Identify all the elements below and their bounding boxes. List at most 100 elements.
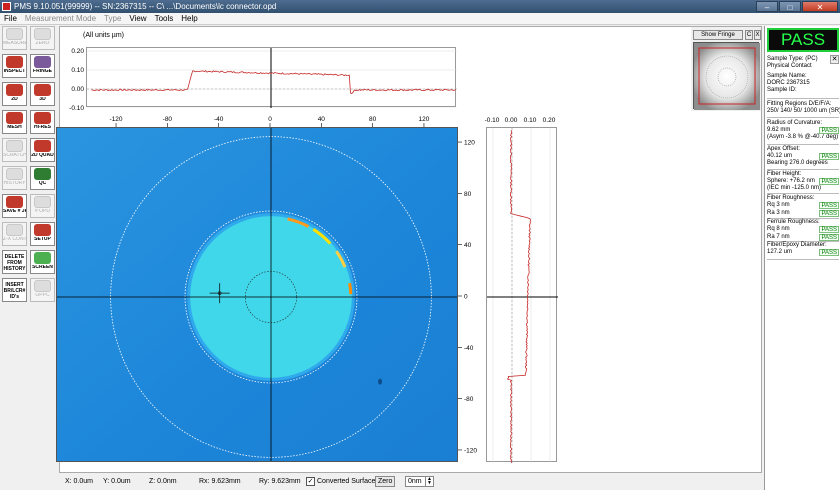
x-tick-label: 0.00 xyxy=(505,117,518,124)
surface-map-svg[interactable] xyxy=(57,128,458,462)
vertical-profile-x-axis: -0.10 0.00 0.10 0.20 xyxy=(485,117,556,124)
toolbar-button-opd[interactable]: # OPD xyxy=(30,194,55,218)
toolbar-button-inspect[interactable]: INSPECT xyxy=(2,54,27,78)
window-title: PMS 9.10.051(99999) -- SN:2367315 -- C\ … xyxy=(14,2,277,11)
diameter-pass-badge: PASS xyxy=(819,249,839,256)
toolbar-button-label: INSERT BR/LCR# ID's xyxy=(3,282,26,300)
toolbar-button-zero[interactable]: ZERO xyxy=(30,26,55,50)
toolbar-button-label: DELETE FROM HISTORY xyxy=(3,254,26,272)
fiber-ra-pass-badge: PASS xyxy=(819,210,839,217)
ferrule-rq-pass-badge: PASS xyxy=(819,226,839,233)
toolbar-button-label: HI-RES xyxy=(34,125,51,130)
y-coordinate: Y: 0.0um xyxy=(103,478,131,485)
roc-value: 9.62 mm xyxy=(767,127,791,133)
2d-icon xyxy=(6,84,23,96)
toolbar-button-insert[interactable]: INSERT BR/LCR# ID's xyxy=(2,278,27,302)
toolbar-button-delete[interactable]: DELETE FROM HISTORY xyxy=(2,250,27,274)
overall-pass-indicator: PASS xyxy=(767,28,839,52)
y-tick-label: -40 xyxy=(464,345,474,352)
toolbar-button-label: SCREEN xyxy=(32,265,53,270)
divider xyxy=(767,144,839,145)
fiber-ra: Ra 3 nm xyxy=(767,210,790,216)
sample-name-label: Sample Name: xyxy=(767,73,807,79)
roc-pass-badge: PASS xyxy=(819,127,839,134)
title-bar: PMS 9.10.051(99999) -- SN:2367315 -- C\ … xyxy=(0,0,840,13)
toolbar-button-2d[interactable]: 2D xyxy=(2,82,27,106)
toolbar-button-hires[interactable]: HI-RES xyxy=(30,110,55,134)
show-fringe-button[interactable]: Show Fringe xyxy=(693,30,743,40)
toolbar-button-zx-control[interactable]: Z-X CONTROL xyxy=(2,222,27,246)
toolbar-button-label: 2D QUAD xyxy=(31,153,54,158)
divider xyxy=(767,169,839,170)
menu-view[interactable]: View xyxy=(125,13,150,24)
toolbar-button-label: 3D xyxy=(39,97,46,102)
menu-bar: File Measurement Mode Type View Tools He… xyxy=(0,13,840,25)
toolbar-button-fringe[interactable]: FRINGE xyxy=(30,54,55,78)
left-toolbar: MEASURE / RED ZERO INSPECT FRINGE 2D 3D MESH HI… xyxy=(0,26,57,308)
y-tick-label: 0.00 xyxy=(71,86,84,93)
menu-file[interactable]: File xyxy=(0,13,21,24)
oppc-icon xyxy=(34,280,51,292)
scratch-icon xyxy=(6,140,23,152)
ferrule-ra-pass-badge: PASS xyxy=(819,234,839,241)
app-icon xyxy=(2,2,11,11)
toolbar-button-qc[interactable]: QC xyxy=(30,166,55,190)
maximize-button[interactable]: □ xyxy=(779,1,801,12)
minimize-button[interactable]: – xyxy=(756,1,778,12)
toolbar-button-quad[interactable]: 2D QUAD xyxy=(30,138,55,162)
fiber-rq-pass-badge: PASS xyxy=(819,202,839,209)
apex-offset: Apex Offset: 40.12 um PASS Bearing 276.0… xyxy=(767,146,840,167)
x-tick-label: -120 xyxy=(110,116,123,123)
toolbar-button-mesh[interactable]: MESH xyxy=(2,110,27,134)
opd-icon xyxy=(34,196,51,208)
horizontal-profile-y-axis: 0.20 0.10 0.00 -0.10 xyxy=(69,48,84,110)
toolbar-button-3d[interactable]: 3D xyxy=(30,82,55,106)
close-button[interactable]: ✕ xyxy=(802,1,838,12)
converted-surface-checkbox[interactable]: ✓ xyxy=(306,477,315,486)
x-button[interactable]: X xyxy=(754,30,761,40)
toolbar-button-history[interactable]: HISTORY xyxy=(2,166,27,190)
z-coordinate: Z: 0.0nm xyxy=(149,478,177,485)
toolbar-button-label: QC xyxy=(38,181,47,186)
toolbar-button-screen[interactable]: SCREEN xyxy=(30,250,55,274)
toolbar-button-label: SAVE # JPG xyxy=(3,209,26,214)
y-tick-label: -80 xyxy=(464,396,474,403)
roc-asymmetry: (Asym -3.8 % @-40.7 deg) xyxy=(767,134,839,140)
fitting-regions: Fitting Regions D/E/F/A: 250/ 140/ 50/ 1… xyxy=(767,101,840,115)
c-button[interactable]: C xyxy=(745,30,753,40)
ferrule-rq: Rq 8 nm xyxy=(767,226,790,232)
ferrule-roughness: Ferrule Roughness: Rq 8 nm PASS Ra 7 nm … xyxy=(767,219,840,241)
fringe-icon xyxy=(34,56,51,68)
menu-measurement-mode[interactable]: Measurement Mode xyxy=(21,13,100,24)
toolbar-button-label: MESH xyxy=(7,125,22,130)
fitting-value: 250/ 140/ 50/ 1000 um (SR) xyxy=(767,108,840,114)
fringe-thumbnail-svg xyxy=(694,43,760,110)
mesh-icon xyxy=(6,112,23,124)
toolbar-button-oppc[interactable]: OPPC xyxy=(30,278,55,302)
fringe-thumbnail[interactable] xyxy=(693,42,760,110)
menu-tools[interactable]: Tools xyxy=(151,13,178,24)
sample-id-label: Sample ID: xyxy=(767,87,797,93)
vertical-profile-plot xyxy=(486,127,558,464)
divider xyxy=(767,193,839,194)
toolbar-button-label: # OPD xyxy=(34,209,50,214)
close-panel-icon[interactable]: ✕ xyxy=(830,55,839,64)
x-tick-label: 0 xyxy=(268,116,272,123)
y-tick-label: 80 xyxy=(464,191,472,198)
toolbar-button-scratch[interactable]: SCRATCH ANALYSIS xyxy=(2,138,27,162)
nm-value-field[interactable]: 0nm xyxy=(405,476,427,487)
x-tick-label: 80 xyxy=(369,116,377,123)
toolbar-button-measure[interactable]: MEASURE / RED xyxy=(2,26,27,50)
menu-type[interactable]: Type xyxy=(100,13,125,24)
fiber-roughness-label: Fiber Roughness: xyxy=(767,195,815,201)
x-tick-label: 0.20 xyxy=(543,117,556,124)
converted-surface-label: Converted Surface xyxy=(317,478,376,485)
nm-spinner[interactable]: ▲ ▼ xyxy=(425,476,434,487)
zero-button[interactable]: Zero xyxy=(375,476,396,487)
toolbar-button-setup[interactable]: SETUP xyxy=(30,222,55,246)
toolbar-button-label: FRINGE xyxy=(33,69,52,74)
menu-help[interactable]: Help xyxy=(177,13,201,24)
surface-height-map[interactable] xyxy=(56,127,458,462)
window-controls: – □ ✕ xyxy=(755,1,838,12)
toolbar-button-save[interactable]: SAVE # JPG xyxy=(2,194,27,218)
